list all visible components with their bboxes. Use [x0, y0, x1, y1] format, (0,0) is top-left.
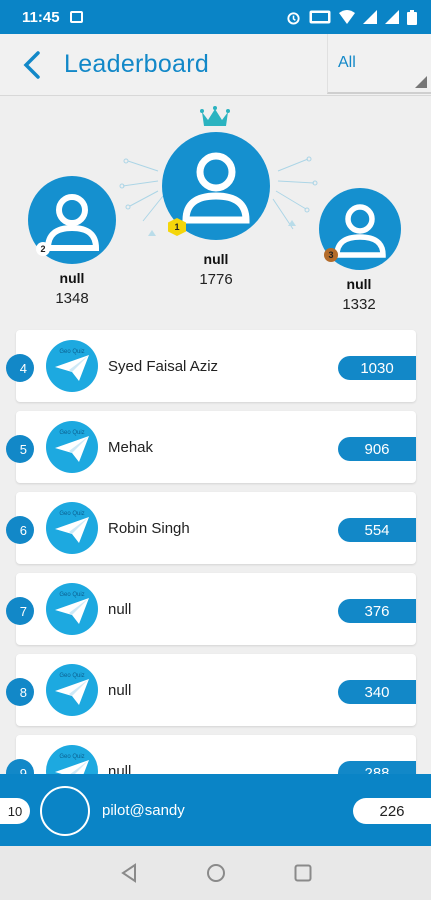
podium-score-1: 1776: [199, 271, 233, 288]
status-icons: [286, 9, 417, 25]
player-score: 906: [338, 437, 416, 461]
podium-name-3: null: [346, 276, 372, 292]
status-bar: 11:45: [0, 0, 431, 34]
player-score: 554: [338, 518, 416, 542]
crown-icon: [200, 106, 230, 126]
rank-badge: 9: [6, 759, 34, 774]
list-item[interactable]: 4 Geo Quiz Syed Faisal Aziz 1030: [6, 330, 416, 402]
rank-badge: 4: [6, 354, 34, 382]
dropdown-arrow-icon: [415, 76, 427, 88]
paper-plane-icon: Geo Quiz: [55, 349, 89, 381]
leaderboard-list[interactable]: 4 Geo Quiz Syed Faisal Aziz 1030 5 Geo Q…: [0, 328, 431, 774]
current-user-score: 226: [353, 798, 431, 824]
avatar: Geo Quiz: [46, 664, 98, 716]
paper-plane-icon: Geo Quiz: [55, 430, 89, 462]
image-icon: [69, 11, 83, 23]
player-name: null: [108, 601, 132, 618]
podium-score-2: 1348: [55, 290, 89, 307]
app-bar: Leaderboard All: [0, 34, 431, 96]
paper-plane-icon: Geo Quiz: [55, 592, 89, 624]
paper-plane-icon: Geo Quiz: [55, 754, 89, 774]
system-nav-bar: [0, 846, 431, 900]
list-item[interactable]: 9 Geo Quiz null 288: [6, 735, 416, 774]
avatar: Geo Quiz: [46, 502, 98, 554]
list-item[interactable]: 7 Geo Quiz null 376: [6, 573, 416, 645]
signal-icon: [363, 10, 377, 24]
volte-icon: [309, 10, 331, 24]
podium-score-3: 1332: [342, 296, 376, 313]
page-title: Leaderboard: [64, 50, 210, 78]
player-score: 288: [338, 761, 416, 774]
svg-text:Geo Quiz: Geo Quiz: [59, 511, 84, 517]
current-user-avatar: [40, 786, 90, 836]
avatar: Geo Quiz: [46, 340, 98, 392]
rank-badge: 8: [6, 678, 34, 706]
current-user-bar[interactable]: 10 pilot@sandy 226: [0, 774, 431, 846]
rank-badge-3: 3: [324, 248, 338, 262]
paper-plane-icon: Geo Quiz: [55, 673, 89, 705]
list-item[interactable]: 6 Geo Quiz Robin Singh 554: [6, 492, 416, 564]
home-circle-icon: [207, 864, 225, 882]
avatar: Geo Quiz: [46, 421, 98, 473]
avatar: Geo Quiz: [46, 583, 98, 635]
svg-text:Geo Quiz: Geo Quiz: [59, 349, 84, 355]
player-name: Robin Singh: [108, 520, 190, 537]
paper-plane-icon: Geo Quiz: [55, 511, 89, 543]
nav-back-button[interactable]: [116, 860, 142, 886]
nav-recents-button[interactable]: [290, 860, 316, 886]
podium-name-2: null: [59, 270, 85, 286]
rank-badge: 5: [6, 435, 34, 463]
alarm-icon: [287, 11, 300, 25]
rank-badge-2: 2: [36, 242, 50, 256]
player-score: 1030: [338, 356, 416, 380]
player-name: null: [108, 682, 132, 699]
svg-text:Geo Quiz: Geo Quiz: [59, 673, 84, 679]
back-triangle-icon: [121, 863, 136, 883]
filter-value: All: [338, 54, 356, 71]
filter-dropdown[interactable]: All: [327, 34, 431, 94]
back-button[interactable]: [18, 50, 48, 80]
player-score: 376: [338, 599, 416, 623]
list-item[interactable]: 8 Geo Quiz null 340: [6, 654, 416, 726]
player-score: 340: [338, 680, 416, 704]
chevron-left-icon: [23, 51, 40, 79]
signal-icon: [385, 10, 399, 24]
svg-text:Geo Quiz: Geo Quiz: [59, 592, 84, 598]
current-user-rank: 10: [0, 798, 30, 824]
current-user-name: pilot@sandy: [102, 802, 185, 819]
player-name: null: [108, 763, 132, 774]
podium-name-1: null: [203, 251, 229, 267]
rank-badge: 6: [6, 516, 34, 544]
avatar: Geo Quiz: [46, 745, 98, 774]
rank-badge: 7: [6, 597, 34, 625]
recents-square-icon: [294, 864, 312, 882]
battery-icon: [407, 9, 417, 25]
podium: 2 null 1348 1 null 1776 3 null 1332: [0, 96, 431, 328]
player-name: Syed Faisal Aziz: [108, 358, 219, 375]
list-item[interactable]: 5 Geo Quiz Mehak 906: [6, 411, 416, 483]
status-time: 11:45: [22, 8, 60, 26]
svg-text:Geo Quiz: Geo Quiz: [59, 430, 84, 436]
svg-text:Geo Quiz: Geo Quiz: [59, 754, 84, 760]
wifi-icon: [339, 10, 355, 24]
player-name: Mehak: [108, 439, 154, 456]
nav-home-button[interactable]: [203, 860, 229, 886]
